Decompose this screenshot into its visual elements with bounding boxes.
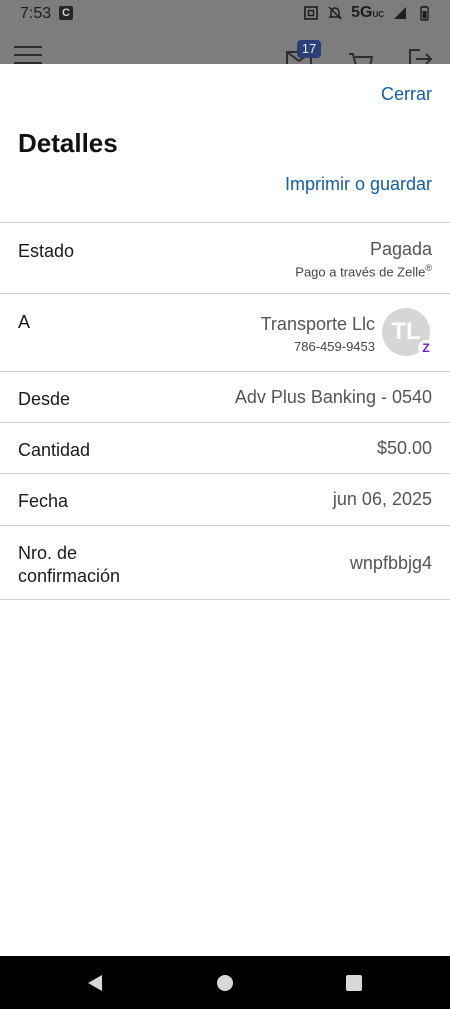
close-button[interactable]: Cerrar	[381, 84, 432, 105]
battery-icon	[420, 5, 429, 21]
amount-label: Cantidad	[18, 440, 91, 460]
from-label: Desde	[18, 389, 71, 409]
recipient-phone: 786-459-9453	[294, 339, 375, 354]
mute-icon	[328, 6, 342, 20]
nfc-icon	[304, 6, 318, 20]
detail-row-confirmation: Nro. de confirmación wnpfbbjg4	[0, 525, 450, 599]
detail-row-from: Desde Adv Plus Banking - 0540	[0, 371, 450, 422]
recent-apps-icon[interactable]	[346, 975, 362, 991]
network-type: 5GUC	[351, 4, 384, 21]
payment-method-text: Pago a través de Zelle®	[295, 263, 432, 280]
page-title: Detalles	[18, 128, 118, 158]
confirmation-label-line1: Nro. de	[18, 543, 78, 563]
menu-icon[interactable]	[14, 46, 42, 64]
status-icons: 5GUC	[303, 4, 432, 22]
status-label: Estado	[18, 241, 75, 261]
back-icon[interactable]	[86, 974, 104, 992]
confirmation-label-line2: confirmación	[18, 566, 121, 586]
detail-row-recipient[interactable]: A Transporte Llc 786-459-9453 TL Z	[0, 293, 450, 371]
signal-icon	[394, 7, 406, 19]
notification-app-icon: C	[59, 6, 73, 20]
system-nav-bar	[0, 956, 450, 1009]
detail-row-status: Estado Pagada Pago a través de Zelle®	[0, 222, 450, 294]
date-label: Fecha	[18, 491, 69, 511]
recipient-name: Transporte Llc	[260, 314, 375, 334]
from-account: Adv Plus Banking - 0540	[234, 387, 432, 407]
divider	[0, 599, 450, 600]
date-value: jun 06, 2025	[332, 489, 432, 509]
amount-value: $50.00	[376, 438, 432, 458]
confirmation-number: wnpfbbjg4	[349, 553, 432, 573]
status-bar: 7:53 C 5GUC	[0, 0, 450, 28]
print-or-save-button[interactable]: Imprimir o guardar	[285, 174, 432, 195]
detail-row-amount: Cantidad $50.00	[0, 422, 450, 473]
home-icon[interactable]	[217, 975, 233, 991]
zelle-icon: Z	[418, 340, 434, 356]
status-time: 7:53	[20, 5, 52, 22]
detail-row-date: Fecha jun 06, 2025	[0, 473, 450, 525]
recipient-label: A	[18, 312, 31, 332]
screen: 7:53 C 5GUC 17 Cerrar Detalles Imprimir …	[0, 0, 450, 1009]
status-value: Pagada	[369, 239, 432, 259]
mail-count-badge: 17	[297, 40, 321, 58]
